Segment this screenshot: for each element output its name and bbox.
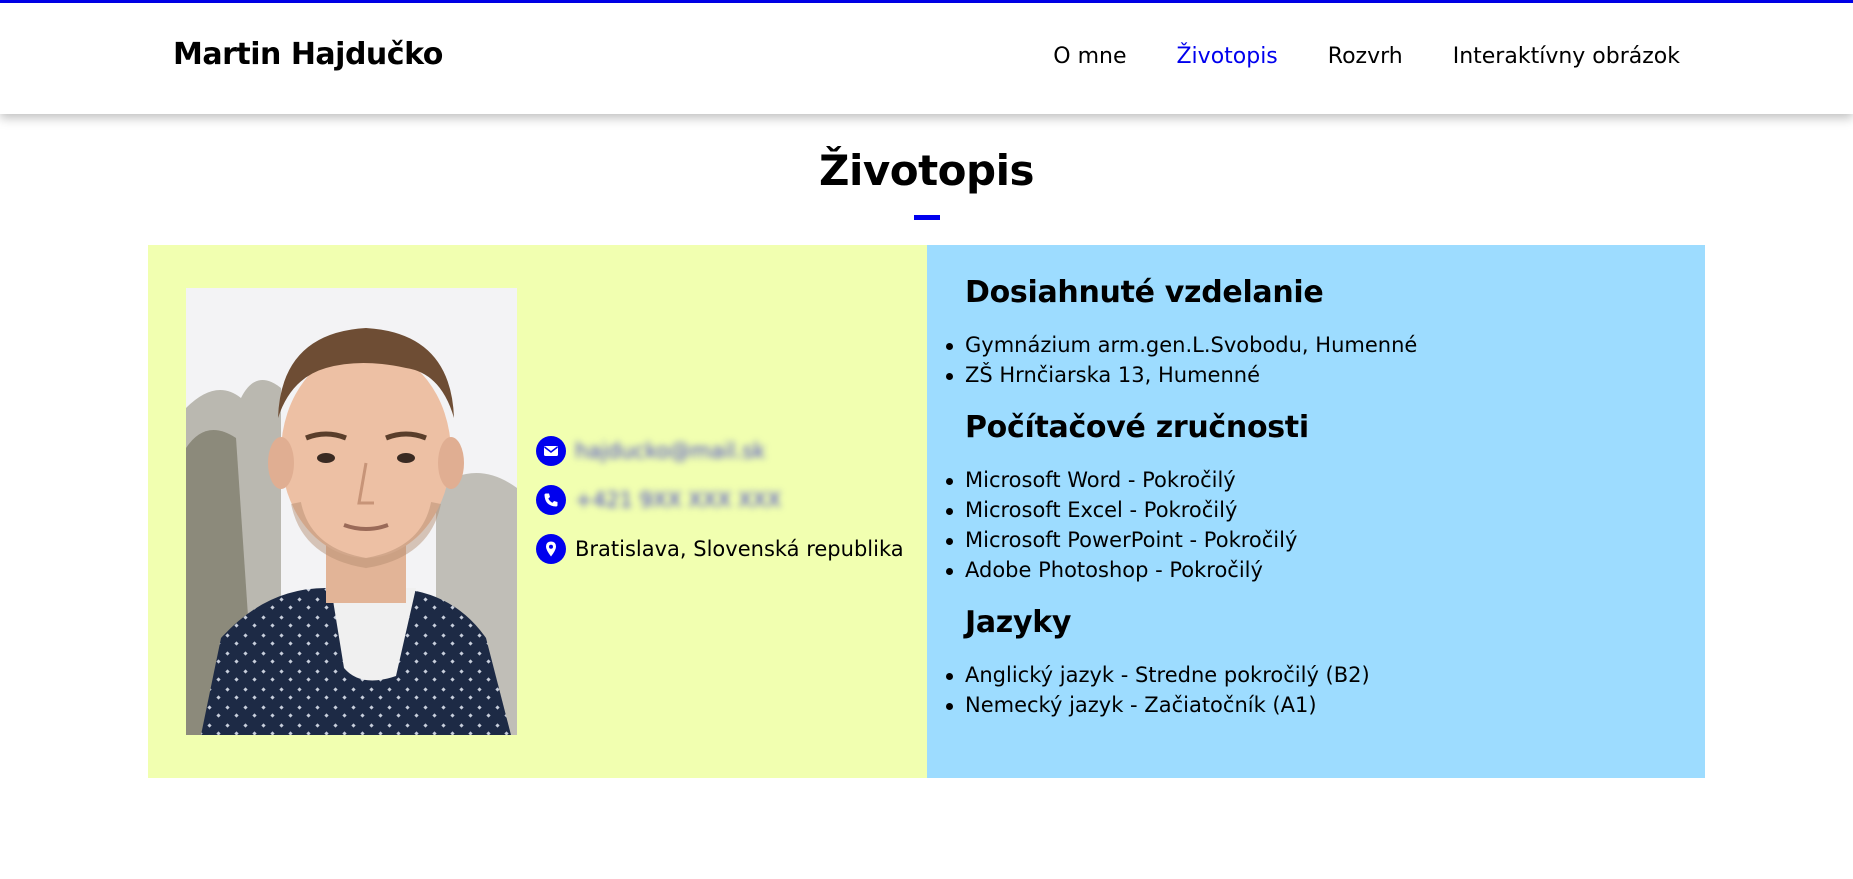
profile-panel: hajducko@mail.sk +421 9XX XXX XXX Bratis…: [148, 245, 927, 778]
location-pin-icon: [536, 534, 566, 564]
contact-phone-row: +421 9XX XXX XXX: [536, 484, 904, 516]
list-item: Microsoft PowerPoint - Pokročilý: [946, 525, 1705, 555]
profile-photo: [186, 288, 517, 735]
nav-item-rozvrh[interactable]: Rozvrh: [1328, 44, 1403, 69]
site-brand[interactable]: Martin Hajdučko: [173, 37, 443, 72]
contact-location-row: Bratislava, Slovenská republika: [536, 533, 904, 565]
section-title-education: Dosiahnuté vzdelanie: [965, 275, 1324, 310]
cv-details-panel: Dosiahnuté vzdelanie Gymnázium arm.gen.L…: [927, 245, 1705, 778]
education-list: Gymnázium arm.gen.L.Svobodu, Humenné ZŠ …: [946, 330, 1705, 390]
list-item: Adobe Photoshop - Pokročilý: [946, 555, 1705, 585]
title-underline: [914, 215, 940, 220]
list-item: Nemecký jazyk - Začiatočník (A1): [946, 690, 1705, 720]
page-title: Životopis: [819, 146, 1034, 195]
list-item: Microsoft Word - Pokročilý: [946, 465, 1705, 495]
contact-email-link[interactable]: hajducko@mail.sk: [575, 439, 765, 463]
main-nav: O mne Životopis Rozvrh Interaktívny obrá…: [1053, 44, 1680, 69]
list-item: ZŠ Hrnčiarska 13, Humenné: [946, 360, 1705, 390]
computer-skills-list: Microsoft Word - Pokročilý Microsoft Exc…: [946, 465, 1705, 585]
nav-item-interaktivny-obrazok[interactable]: Interaktívny obrázok: [1453, 44, 1680, 69]
languages-list: Anglický jazyk - Stredne pokročilý (B2) …: [946, 660, 1705, 720]
mail-icon: [536, 436, 566, 466]
nav-item-zivotopis[interactable]: Životopis: [1176, 44, 1277, 69]
nav-item-o-mne[interactable]: O mne: [1053, 44, 1126, 69]
section-title-languages: Jazyky: [965, 605, 1072, 640]
section-title-computer-skills: Počítačové zručnosti: [965, 410, 1309, 445]
list-item: Gymnázium arm.gen.L.Svobodu, Humenné: [946, 330, 1705, 360]
contact-phone-link[interactable]: +421 9XX XXX XXX: [575, 488, 781, 512]
site-header: Martin Hajdučko O mne Životopis Rozvrh I…: [0, 3, 1853, 114]
list-item: Anglický jazyk - Stredne pokročilý (B2): [946, 660, 1705, 690]
list-item: Microsoft Excel - Pokročilý: [946, 495, 1705, 525]
contact-email-row: hajducko@mail.sk: [536, 435, 904, 467]
phone-icon: [536, 485, 566, 515]
contact-list: hajducko@mail.sk +421 9XX XXX XXX Bratis…: [536, 435, 904, 565]
cv-card: hajducko@mail.sk +421 9XX XXX XXX Bratis…: [148, 245, 1705, 778]
contact-location: Bratislava, Slovenská republika: [575, 537, 904, 561]
